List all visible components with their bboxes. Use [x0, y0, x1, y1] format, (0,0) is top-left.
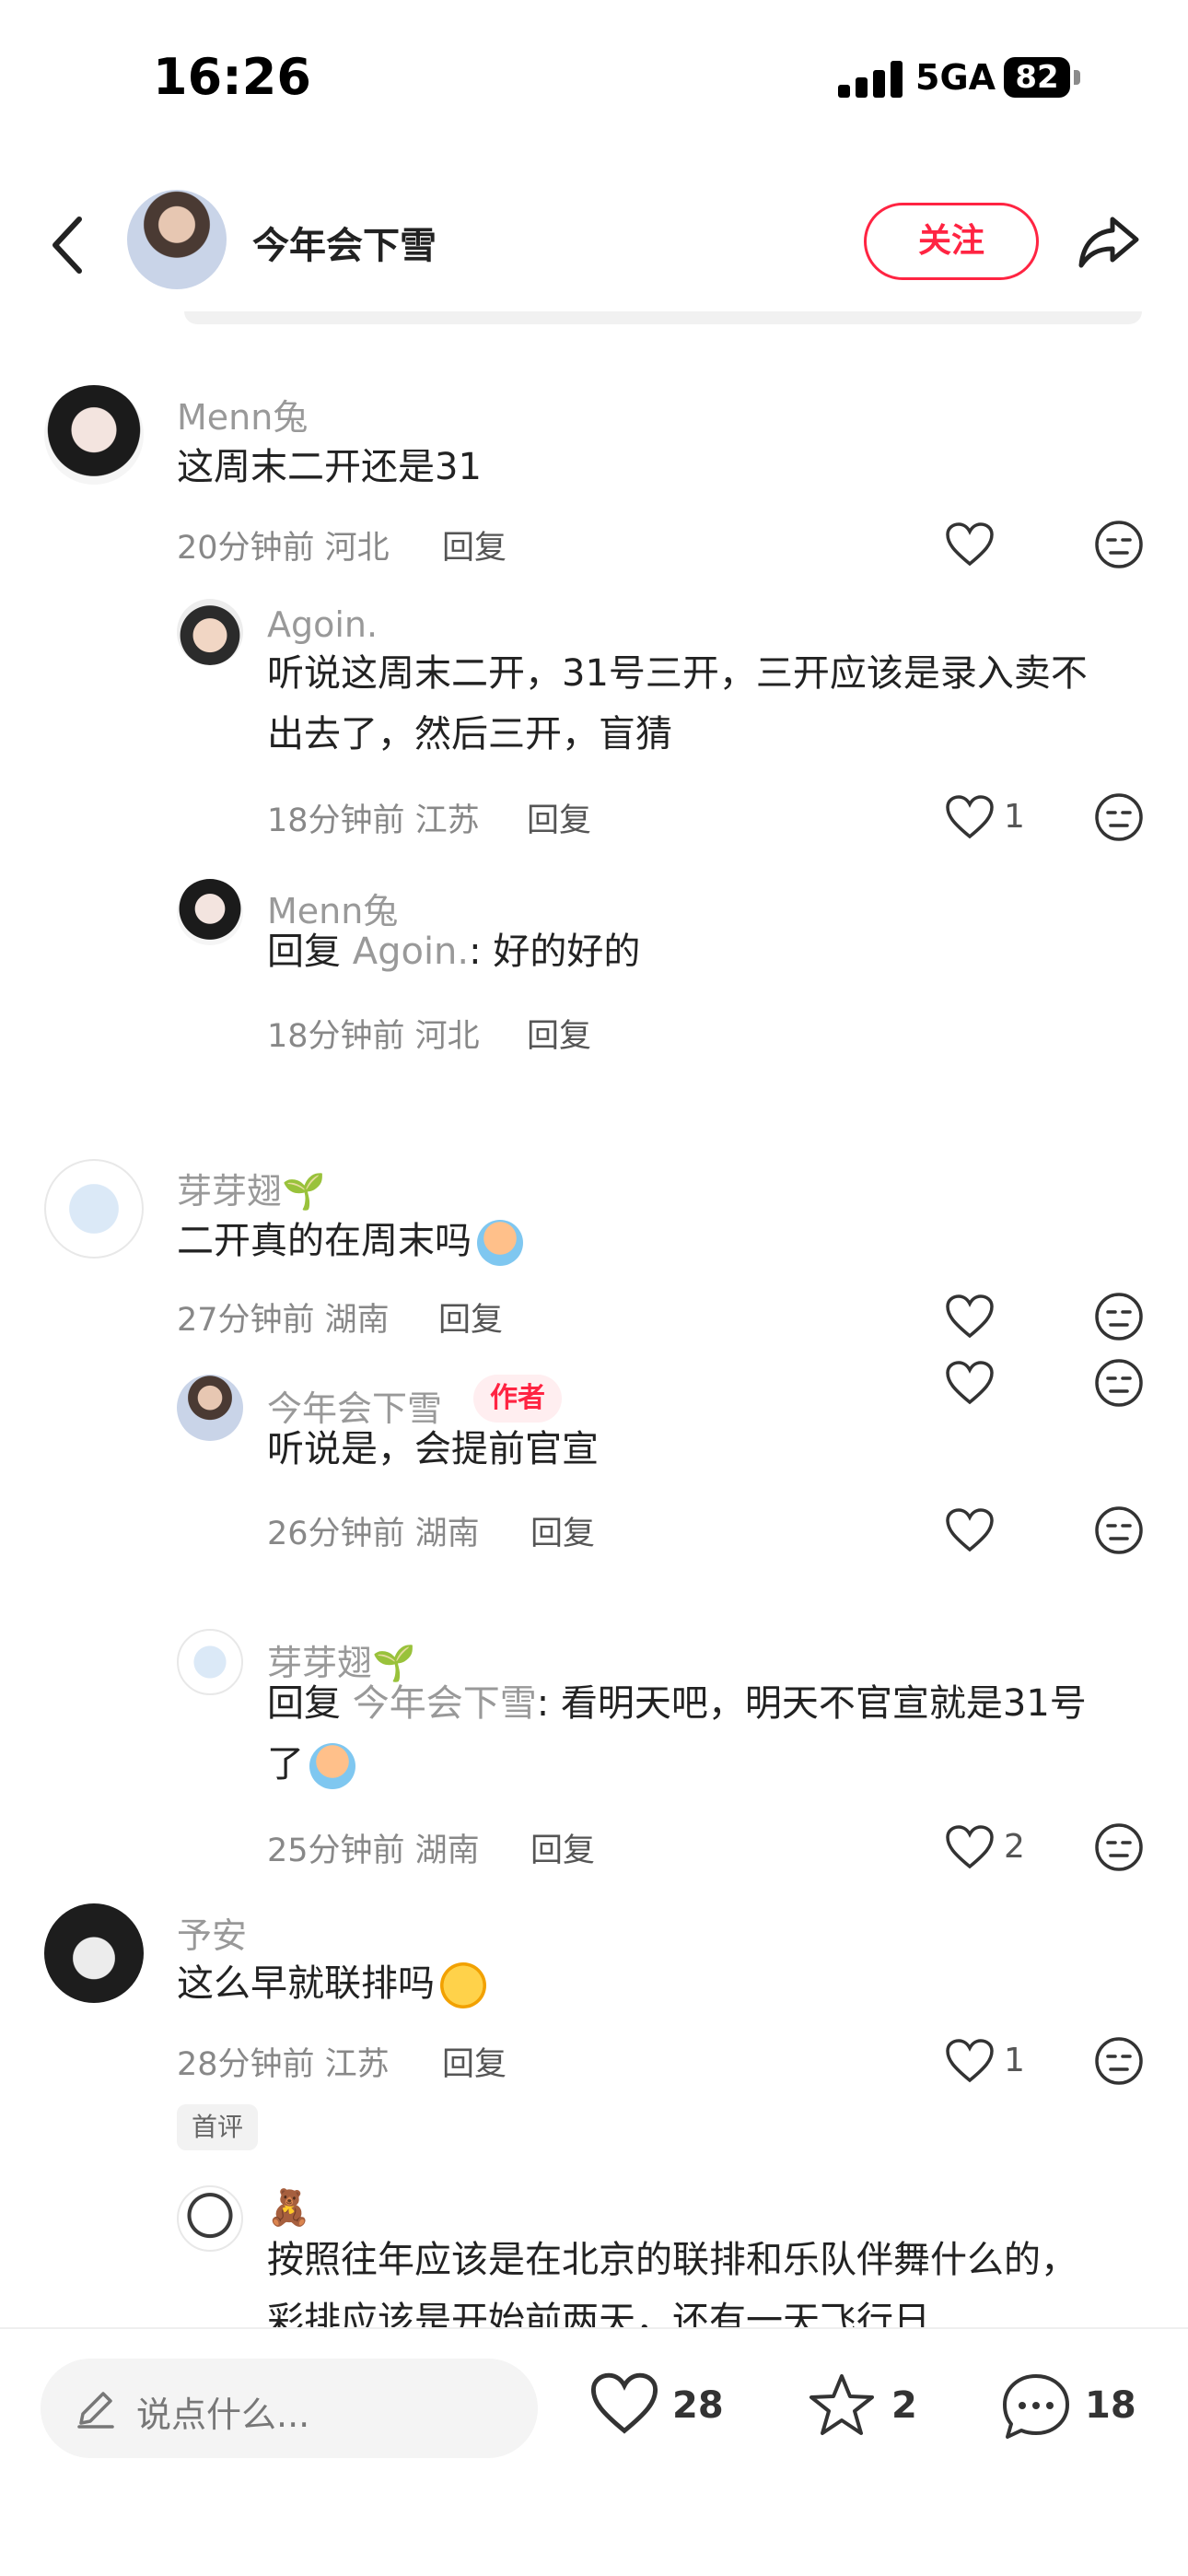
- battery-indicator: 82: [1004, 57, 1070, 98]
- avatar[interactable]: [177, 2185, 243, 2252]
- author-name[interactable]: 今年会下雪: [252, 216, 437, 269]
- reply-body: : 好的好的: [469, 931, 641, 973]
- comment-input-placeholder: 说点什么...: [136, 2395, 310, 2435]
- first-comment-badge: 首评: [177, 2104, 259, 2150]
- reply-time-location: 18分钟前 江苏: [267, 802, 480, 839]
- reply-text[interactable]: 听说是，会提前官宣: [267, 1419, 599, 1480]
- avatar[interactable]: [44, 1903, 144, 2003]
- reply-body: : 看明天吧，明天不官宣就是31号: [536, 1682, 1087, 1725]
- comment-item: Menn兔 这周末二开还是31 20分钟前 河北 回复 Agoin. 听说这周末…: [0, 350, 1188, 1055]
- collect-count: 2: [891, 2384, 917, 2427]
- dislike-face-icon[interactable]: [1094, 1505, 1144, 1555]
- reply-prefix: 回复: [267, 1682, 341, 1725]
- comment-time-location: 28分钟前 江苏: [177, 2046, 390, 2083]
- reply-text-line1[interactable]: 按照往年应该是在北京的联排和乐队伴舞什么的，: [267, 2230, 1077, 2290]
- heart-icon[interactable]: [945, 1507, 995, 1553]
- reply-text[interactable]: 回复 Agoin.: 好的好的: [267, 921, 640, 982]
- comment-text[interactable]: 二开真的在周末吗: [177, 1211, 523, 1271]
- share-button[interactable]: [1076, 208, 1142, 275]
- avatar[interactable]: [44, 1159, 144, 1259]
- comment-username[interactable]: 予安: [177, 1907, 247, 1958]
- collect-button[interactable]: 2: [807, 2366, 936, 2449]
- share-arrow-icon: [1078, 217, 1139, 268]
- reply-text-line2[interactable]: 彩排应该是开始前两天，还有一天飞行日: [267, 2290, 930, 2327]
- dislike-face-icon[interactable]: [1094, 520, 1144, 569]
- reply-text-line1[interactable]: 回复 今年会下雪: 看明天吧，明天不官宣就是31号: [267, 1673, 1087, 1734]
- dislike-face-icon[interactable]: [1094, 1292, 1144, 1341]
- dislike-face-icon[interactable]: [1094, 792, 1144, 842]
- battery-cap-icon: [1074, 70, 1080, 85]
- crying-emoji-icon: [309, 1743, 355, 1789]
- reply-prefix: 回复: [267, 931, 341, 973]
- like-count: 1: [1004, 798, 1025, 836]
- reply-button[interactable]: 回复: [527, 794, 591, 841]
- reply-button[interactable]: 回复: [438, 1294, 503, 1341]
- comment-text[interactable]: 这周末二开还是31: [177, 437, 482, 498]
- follow-button[interactable]: 关注: [864, 203, 1039, 280]
- author-badge: 作者: [473, 1375, 562, 1423]
- comment-button[interactable]: 18: [1000, 2366, 1166, 2449]
- header: 今年会下雪 关注: [0, 175, 1188, 313]
- note-content-edge: [184, 311, 1142, 324]
- network-type: 5GA: [915, 57, 996, 98]
- chat-bubble-icon: [1003, 2374, 1069, 2439]
- comment-time-location: 20分钟前 河北: [177, 530, 390, 567]
- comment-item: 芽芽翅🌱 二开真的在周末吗 27分钟前 湖南 回复 今年会下雪 作者 听说是，会…: [0, 1124, 1188, 1916]
- heart-icon[interactable]: [945, 2038, 995, 2084]
- back-button[interactable]: [42, 210, 98, 280]
- crying-emoji-icon: [477, 1220, 523, 1266]
- comment-count: 18: [1085, 2384, 1136, 2427]
- comment-time-location: 27分钟前 湖南: [177, 1302, 390, 1339]
- comment-list[interactable]: Menn兔 这周末二开还是31 20分钟前 河北 回复 Agoin. 听说这周末…: [0, 350, 1188, 2327]
- like-count: 28: [672, 2384, 724, 2427]
- avatar[interactable]: [177, 599, 243, 665]
- author-avatar[interactable]: [127, 190, 227, 289]
- comment-input[interactable]: 说点什么...: [41, 2359, 538, 2458]
- star-icon: [809, 2374, 874, 2435]
- status-bar: 16:26 5GA 82: [0, 0, 1188, 157]
- reply-button[interactable]: 回复: [442, 521, 507, 568]
- avatar[interactable]: [177, 1375, 243, 1441]
- reply-time-location: 18分钟前 河北: [267, 1018, 480, 1055]
- reply-button[interactable]: 回复: [442, 2038, 507, 2085]
- reply-text-line2[interactable]: 了: [267, 1734, 355, 1795]
- cellular-signal-icon: [838, 61, 904, 98]
- reply-button[interactable]: 回复: [527, 1010, 591, 1057]
- reply-button[interactable]: 回复: [530, 1507, 595, 1554]
- comment-page: 16:26 5GA 82 今年会下雪 关注 Menn兔 这周末二开还是31 20…: [0, 0, 1188, 2576]
- avatar[interactable]: [44, 385, 144, 485]
- like-button[interactable]: 28: [589, 2366, 737, 2449]
- heart-icon[interactable]: [945, 1294, 995, 1340]
- reply-body: 了: [267, 1743, 304, 1786]
- status-time: 16:26: [153, 48, 311, 106]
- reply-username[interactable]: 🧸: [267, 2187, 310, 2229]
- comment-body: 这么早就联排吗: [177, 1962, 435, 2005]
- like-count: 2: [1004, 1828, 1025, 1866]
- reply-time-location: 26分钟前 湖南: [267, 1516, 480, 1552]
- dislike-face-icon[interactable]: [1094, 2036, 1144, 2086]
- comment-item: 予安 这么早就联排吗 28分钟前 江苏 回复 1 首评 🧸 按照往年应该是在北京…: [0, 1863, 1188, 2327]
- heart-icon: [590, 2372, 658, 2434]
- pencil-icon: [77, 2392, 114, 2429]
- comment-body: 二开真的在周末吗: [177, 1220, 472, 1262]
- reply-target-user[interactable]: 今年会下雪: [353, 1682, 537, 1725]
- avatar[interactable]: [177, 1629, 243, 1695]
- avatar[interactable]: [177, 879, 243, 945]
- reply-target-user[interactable]: Agoin.: [353, 931, 469, 973]
- comment-text[interactable]: 这么早就联排吗: [177, 1953, 486, 2014]
- comment-username[interactable]: Menn兔: [177, 389, 308, 439]
- reply-text-line2[interactable]: 出去了，然后三开，盲猜: [267, 704, 672, 765]
- bottom-action-bar: 说点什么... 28 2 18: [0, 2327, 1188, 2576]
- heart-icon[interactable]: [945, 794, 995, 840]
- reply-username[interactable]: Agoin.: [267, 604, 378, 645]
- comment-username[interactable]: 芽芽翅🌱: [177, 1163, 325, 1213]
- chevron-left-icon: [52, 217, 82, 274]
- reply-text-line1[interactable]: 听说这周末二开，31号三开，三开应该是录入卖不: [267, 643, 1088, 704]
- pleading-face-emoji-icon: [440, 1962, 486, 2008]
- like-count: 1: [1004, 2042, 1025, 2079]
- heart-icon[interactable]: [945, 521, 995, 568]
